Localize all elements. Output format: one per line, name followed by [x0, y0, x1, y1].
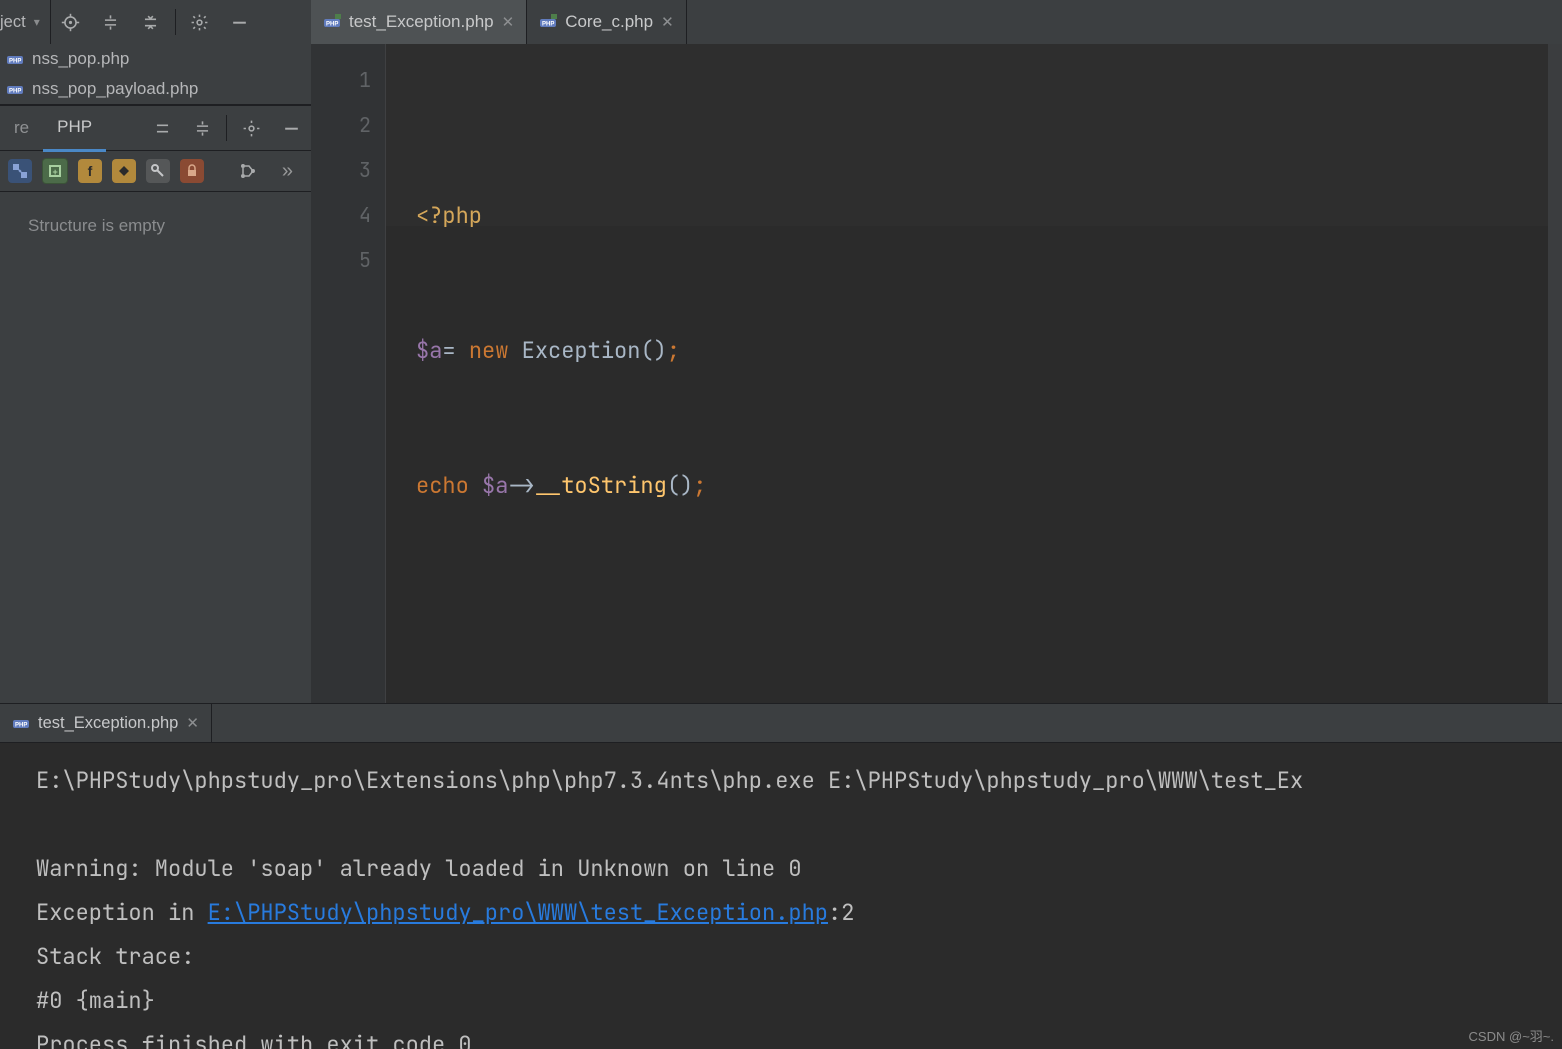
- code-token: $a: [482, 471, 508, 500]
- structure-empty-message: Structure is empty: [0, 192, 311, 260]
- code-token: (): [640, 336, 666, 365]
- console-tabs: PHP test_Exception.php ✕: [0, 704, 1562, 743]
- console-tab-label: test_Exception.php: [38, 714, 178, 733]
- line-number: 3: [311, 148, 371, 193]
- line-number: 5: [311, 238, 371, 283]
- editor-tabs: PHP test_Exception.php ✕ PHP Core_c.php …: [311, 0, 1562, 45]
- file-name: nss_pop.php: [32, 49, 129, 69]
- fields-filter-icon[interactable]: +: [42, 158, 68, 184]
- console-line: Exception in: [36, 898, 208, 927]
- tab-label: test_Exception.php: [349, 12, 494, 32]
- svg-text:PHP: PHP: [9, 59, 21, 65]
- code-token: (): [667, 471, 693, 500]
- svg-text:PHP: PHP: [15, 723, 27, 729]
- php-file-icon: PHP: [12, 714, 30, 732]
- sort-button[interactable]: [142, 106, 182, 150]
- expand-button[interactable]: [182, 106, 222, 150]
- console-line: :2: [828, 898, 854, 927]
- console-line: Process finished with exit code 0: [36, 1030, 472, 1049]
- line-number: 1: [311, 58, 371, 103]
- tab-label: Core_c.php: [565, 12, 653, 32]
- structure-tab-php[interactable]: PHP: [43, 105, 106, 152]
- list-item[interactable]: PHP nss_pop_payload.php: [0, 74, 311, 104]
- ide-window: ☠ ject ▾: [0, 0, 1562, 1049]
- f-filter-icon[interactable]: f: [78, 159, 102, 183]
- code-body[interactable]: <?php $a= new Exception(); echo $a->__to…: [386, 44, 1562, 704]
- console-output[interactable]: E:\PHPStudy\phpstudy_pro\Extensions\php\…: [0, 743, 1562, 1049]
- branch-filter-icon[interactable]: [236, 159, 260, 183]
- console-line: Stack trace:: [36, 942, 194, 971]
- code-token: __toString: [535, 471, 667, 500]
- php-file-icon: PHP: [6, 80, 24, 98]
- dropdown-icon: ▾: [34, 15, 40, 29]
- file-name: nss_pop_payload.php: [32, 79, 198, 99]
- console-file-link[interactable]: E:\PHPStudy\phpstudy_pro\WWW\test_Except…: [208, 898, 828, 927]
- console-line: E:\PHPStudy\phpstudy_pro\Extensions\php\…: [36, 766, 1303, 795]
- code-token: Exception: [522, 336, 641, 365]
- class-filter-icon[interactable]: [8, 159, 32, 183]
- code-token: <?php: [416, 201, 482, 230]
- hide-button[interactable]: [220, 0, 260, 44]
- svg-text:PHP: PHP: [9, 89, 21, 95]
- code-editor[interactable]: 1 2 3 4 5 <?php $a= new Exception(); ech…: [311, 44, 1562, 704]
- settings-button[interactable]: [180, 0, 220, 44]
- structure-hide-button[interactable]: [271, 106, 311, 150]
- separator: [175, 9, 176, 35]
- structure-filter-icons: + f »: [0, 151, 311, 192]
- php-file-icon: PHP: [323, 13, 341, 31]
- structure-toolbar: re PHP: [0, 105, 311, 151]
- svg-text:PHP: PHP: [542, 22, 554, 28]
- collapse-all-button[interactable]: [131, 0, 171, 44]
- code-token: =: [442, 336, 468, 365]
- lock-filter-icon[interactable]: [180, 159, 204, 183]
- code-token: ->: [508, 471, 534, 500]
- close-icon[interactable]: ✕: [661, 13, 674, 31]
- structure-settings-button[interactable]: [231, 106, 271, 150]
- code-token: ;: [667, 336, 680, 365]
- separator: [226, 115, 227, 141]
- close-icon[interactable]: ✕: [502, 13, 515, 31]
- run-console: PHP test_Exception.php ✕ E:\PHPStudy\php…: [0, 703, 1562, 1049]
- tab-test-exception[interactable]: PHP test_Exception.php ✕: [311, 0, 527, 44]
- more-icon[interactable]: »: [282, 160, 293, 183]
- locate-button[interactable]: [51, 0, 91, 44]
- line-gutter: 1 2 3 4 5: [311, 44, 386, 704]
- console-line: #0 {main}: [36, 986, 155, 1015]
- svg-text:PHP: PHP: [326, 22, 338, 28]
- tab-core-c[interactable]: PHP Core_c.php ✕: [527, 0, 686, 44]
- editor-scrollbar[interactable]: [1548, 44, 1562, 704]
- code-token: $a: [416, 336, 442, 365]
- c-filter-icon[interactable]: [112, 159, 136, 183]
- console-line: Warning: Module 'soap' already loaded in…: [36, 854, 802, 883]
- expand-all-button[interactable]: [91, 0, 131, 44]
- php-file-icon: PHP: [6, 50, 24, 68]
- line-number: 4: [311, 193, 371, 238]
- project-dropdown[interactable]: ject ▾: [0, 0, 51, 44]
- line-number: 2: [311, 103, 371, 148]
- php-file-icon: PHP: [539, 13, 557, 31]
- code-token: new: [469, 336, 522, 365]
- code-token: ;: [693, 471, 706, 500]
- structure-tab-re[interactable]: re: [0, 106, 43, 150]
- watermark: CSDN @~羽~.: [1469, 1026, 1554, 1045]
- list-item[interactable]: PHP nss_pop.php: [0, 44, 311, 74]
- svg-text:+: +: [53, 167, 58, 177]
- project-toolbar-buttons: [51, 0, 260, 44]
- project-label: ject: [0, 13, 26, 32]
- close-icon[interactable]: ✕: [186, 714, 199, 732]
- key-filter-icon[interactable]: [146, 159, 170, 183]
- code-token: echo: [416, 471, 482, 500]
- project-file-list: PHP nss_pop.php PHP nss_pop_payload.php: [0, 44, 311, 105]
- console-tab[interactable]: PHP test_Exception.php ✕: [0, 704, 212, 742]
